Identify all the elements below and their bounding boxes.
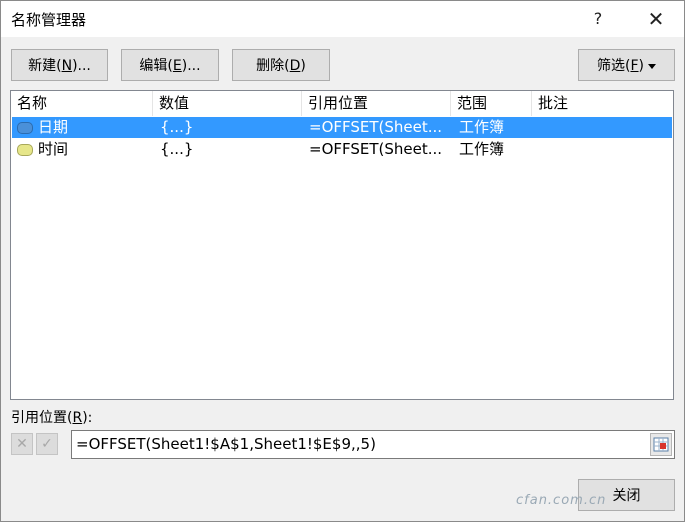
column-header-value[interactable]: 数值: [153, 91, 302, 116]
name-cell: 时间: [38, 140, 69, 158]
dropdown-arrow-icon: [648, 63, 656, 69]
help-button[interactable]: ?: [575, 1, 621, 37]
collapse-dialog-button[interactable]: [650, 433, 672, 456]
refers-to-value: =OFFSET(Sheet1!$A$1,Sheet1!$E$9,,5): [76, 435, 376, 453]
confirm-edit-icon[interactable]: ✓: [36, 433, 58, 455]
name-cell: 日期: [38, 118, 69, 136]
refers-to-cell: =OFFSET(Sheet...: [309, 140, 443, 158]
close-window-button[interactable]: ✕: [633, 1, 679, 37]
refers-to-field[interactable]: =OFFSET(Sheet1!$A$1,Sheet1!$E$9,,5): [71, 430, 675, 459]
cancel-edit-icon[interactable]: ✕: [11, 433, 33, 455]
name-manager-dialog: 名称管理器 ? ✕ 新建(N)... 编辑(E)... 删除(D) 筛选(F) …: [0, 0, 685, 522]
value-cell: {...}: [160, 118, 194, 136]
column-header-refers-to[interactable]: 引用位置: [302, 91, 451, 116]
watermark: cfan.com.cn: [516, 493, 607, 508]
edit-button[interactable]: 编辑(E)...: [121, 49, 219, 81]
delete-button[interactable]: 删除(D): [232, 49, 330, 81]
names-list[interactable]: 名称 数值 引用位置 范围 批注 日期 {...} =OFFSET(Sheet.…: [10, 90, 674, 400]
title-bar: 名称管理器 ? ✕: [1, 1, 684, 37]
filter-button[interactable]: 筛选(F): [578, 49, 675, 81]
dialog-title: 名称管理器: [11, 11, 87, 29]
value-cell: {...}: [160, 140, 194, 158]
range-select-icon: [653, 437, 669, 452]
column-header-comment[interactable]: 批注: [532, 91, 673, 116]
refers-to-label: 引用位置(R):: [11, 410, 93, 426]
refers-to-cell: =OFFSET(Sheet...: [309, 118, 443, 136]
list-item[interactable]: 日期 {...} =OFFSET(Sheet... 工作簿: [12, 117, 672, 138]
column-header-scope[interactable]: 范围: [451, 91, 532, 116]
scope-cell: 工作簿: [459, 118, 505, 136]
new-button[interactable]: 新建(N)...: [11, 49, 108, 81]
name-tag-icon: [17, 144, 33, 156]
scope-cell: 工作簿: [459, 140, 505, 158]
list-item[interactable]: 时间 {...} =OFFSET(Sheet... 工作簿: [12, 139, 672, 160]
name-tag-icon: [17, 122, 33, 134]
column-header-name[interactable]: 名称: [11, 91, 153, 116]
